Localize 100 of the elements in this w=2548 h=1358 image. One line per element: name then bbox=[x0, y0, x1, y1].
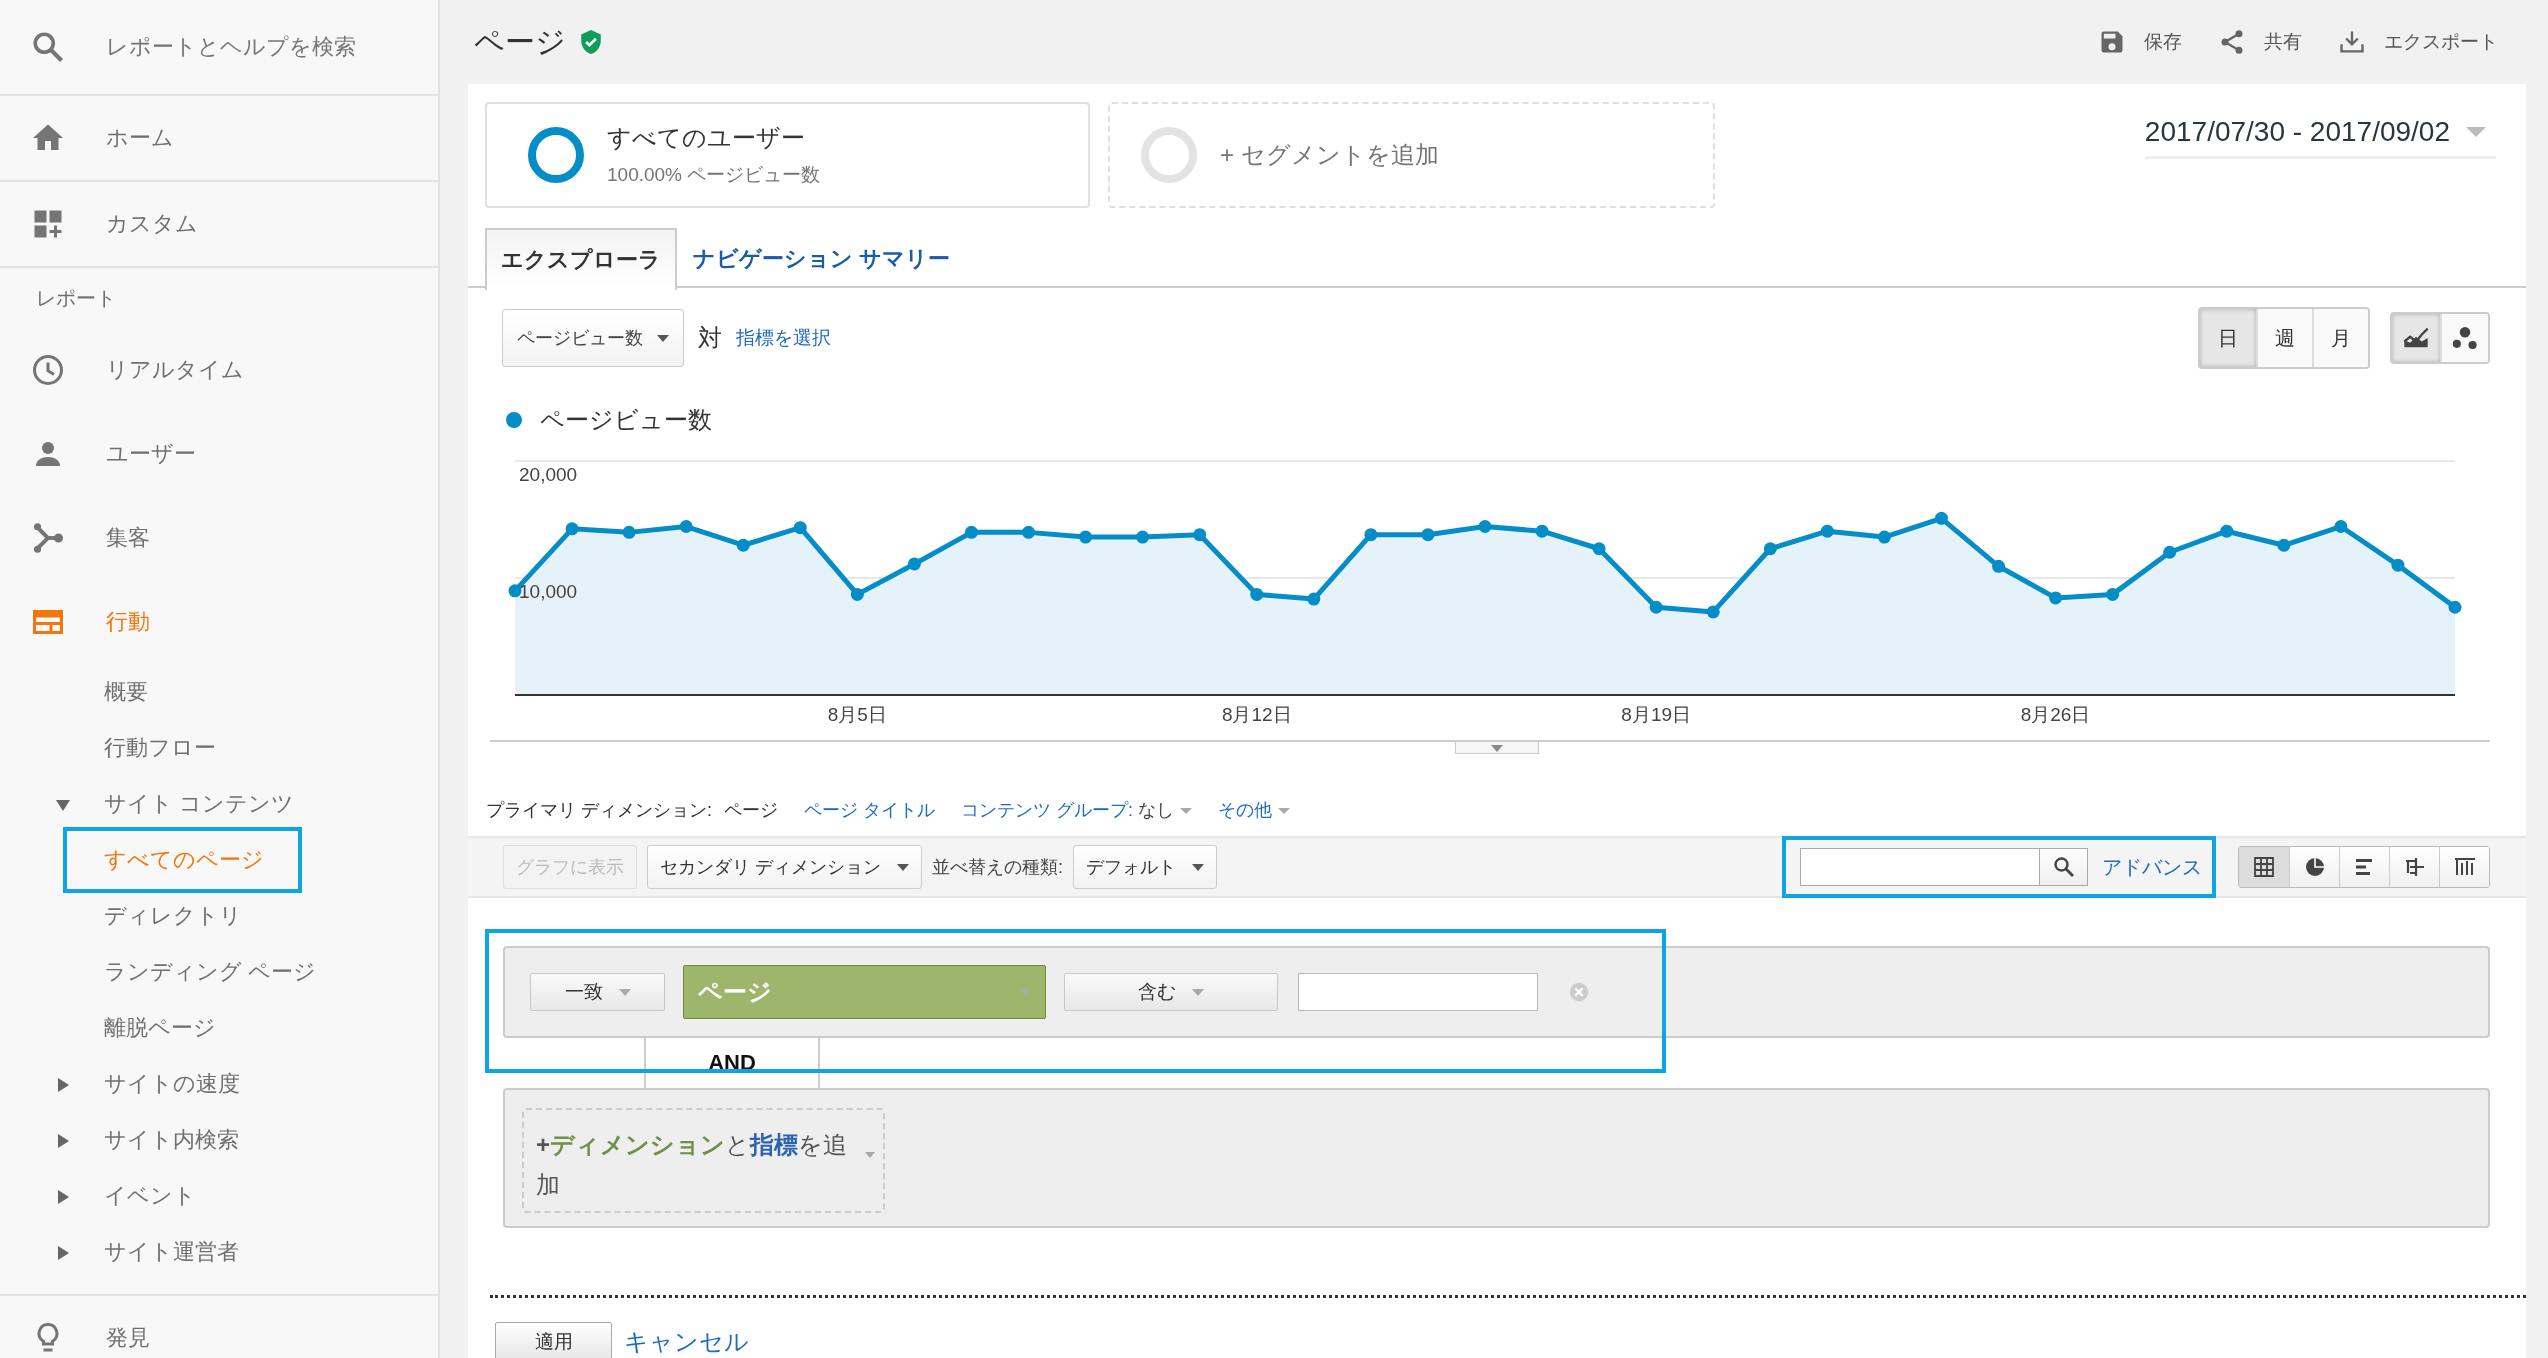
cancel-link[interactable]: キャンセル bbox=[624, 1325, 749, 1358]
data-point bbox=[2277, 538, 2291, 552]
caret-icon[interactable] bbox=[58, 1246, 69, 1260]
pie-view-button[interactable] bbox=[2289, 847, 2339, 887]
grid-view-button[interactable] bbox=[2239, 847, 2289, 887]
apply-button[interactable]: 適用 bbox=[495, 1322, 612, 1358]
dimension-link[interactable]: コンテンツ グループ: なし bbox=[961, 798, 1193, 822]
nav-item[interactable]: すべてのページ bbox=[0, 832, 438, 888]
search-field[interactable]: レポートとヘルプを検索 bbox=[106, 27, 436, 67]
legend-label: ページビュー数 bbox=[540, 405, 712, 435]
data-point bbox=[565, 522, 579, 536]
date-range-picker[interactable]: 2017/07/30 - 2017/09/02 bbox=[2144, 116, 2496, 159]
data-point bbox=[1877, 530, 1891, 544]
pivot-view-button[interactable] bbox=[2389, 847, 2439, 887]
nav-item[interactable]: 概要 bbox=[0, 664, 438, 720]
nav-item[interactable]: 行動フロー bbox=[0, 720, 438, 776]
clock-icon bbox=[30, 352, 66, 388]
data-point bbox=[622, 525, 636, 539]
nav-item[interactable]: カスタム bbox=[0, 182, 438, 268]
nav-item[interactable]: イベント bbox=[0, 1168, 438, 1224]
data-point bbox=[907, 557, 921, 571]
dimension-link[interactable]: ページ bbox=[724, 798, 778, 822]
share-button[interactable]: 共有 bbox=[2218, 28, 2302, 56]
filter-value-field[interactable] bbox=[1298, 973, 1538, 1011]
data-point bbox=[793, 521, 807, 535]
tab[interactable]: エクスプローラ bbox=[485, 228, 677, 290]
caret-icon[interactable] bbox=[58, 1190, 69, 1204]
data-point bbox=[1706, 605, 1720, 619]
caret-icon[interactable] bbox=[56, 800, 70, 811]
add-segment-button[interactable]: + セグメントを追加 bbox=[1108, 102, 1715, 208]
match-dropdown[interactable]: 一致 bbox=[530, 973, 665, 1011]
line-chart-button[interactable] bbox=[2392, 314, 2440, 362]
data-point bbox=[1136, 530, 1150, 544]
ring-icon bbox=[527, 126, 585, 184]
bubbles-button[interactable] bbox=[2440, 314, 2488, 362]
nav-item[interactable]: ユーザー bbox=[0, 412, 438, 496]
y-tick-label: 10,000 bbox=[519, 581, 578, 602]
nav-item[interactable]: ランディング ページ bbox=[0, 944, 438, 1000]
sort-label: 並べ替えの種類: bbox=[932, 856, 1064, 879]
add-condition-button[interactable]: +ディメンション と 指標を追加 bbox=[522, 1108, 885, 1213]
nav-item[interactable]: 集客 bbox=[0, 496, 438, 580]
x-tick-label: 8月19日 bbox=[1621, 704, 1692, 725]
data-point bbox=[1250, 587, 1264, 601]
segment-subtitle: 100.00% ページビュー数 bbox=[607, 163, 821, 187]
nav-item[interactable]: 離脱ページ bbox=[0, 1000, 438, 1056]
advanced-link[interactable]: アドバンス bbox=[2102, 853, 2202, 881]
data-point bbox=[2106, 587, 2120, 601]
data-point bbox=[736, 538, 750, 552]
data-point bbox=[1535, 524, 1549, 538]
data-point bbox=[2163, 545, 2177, 559]
columns-view-button[interactable] bbox=[2439, 847, 2489, 887]
tab[interactable]: ナビゲーション サマリー bbox=[677, 228, 967, 288]
shield-check-icon bbox=[578, 29, 604, 55]
data-point bbox=[2220, 524, 2234, 538]
operator-dropdown[interactable]: 含む bbox=[1064, 973, 1278, 1011]
data-point bbox=[508, 584, 522, 598]
select-metric-link[interactable]: 指標を選択 bbox=[736, 325, 831, 351]
data-point bbox=[1421, 528, 1435, 542]
data-point bbox=[1992, 559, 2006, 573]
secondary-dimension-dropdown[interactable]: セカンダリ ディメンション bbox=[647, 845, 922, 889]
data-point bbox=[1763, 542, 1777, 556]
dimension-link[interactable]: その他 bbox=[1218, 798, 1291, 822]
search-button[interactable] bbox=[2040, 848, 2088, 886]
nav-item[interactable]: リアルタイム bbox=[0, 328, 438, 412]
ring-icon bbox=[1140, 126, 1198, 184]
data-point bbox=[1022, 525, 1036, 539]
bars-view-button[interactable] bbox=[2339, 847, 2389, 887]
versus-label: 対 bbox=[698, 323, 722, 353]
metric-dropdown[interactable]: ページビュー数 bbox=[502, 309, 684, 367]
x-tick-label: 8月26日 bbox=[2020, 704, 2091, 725]
nav-item[interactable]: サイト コンテンツ bbox=[0, 776, 438, 832]
data-point bbox=[679, 520, 693, 533]
data-point bbox=[2391, 558, 2405, 572]
nav-item[interactable]: サイト内検索 bbox=[0, 1112, 438, 1168]
clear-icon bbox=[1568, 981, 1590, 1003]
data-point bbox=[1649, 600, 1663, 614]
download-button[interactable]: エクスポート bbox=[2338, 28, 2498, 56]
data-point bbox=[1478, 520, 1492, 533]
dimension-link[interactable]: ページ タイトル bbox=[804, 798, 936, 822]
caret-icon[interactable] bbox=[58, 1134, 69, 1148]
sort-dropdown[interactable]: デフォルト bbox=[1073, 845, 1218, 889]
table-search-field[interactable] bbox=[1800, 848, 2040, 886]
nav-item[interactable]: ホーム bbox=[0, 96, 438, 182]
data-point bbox=[1934, 511, 1948, 525]
y-tick-label: 20,000 bbox=[519, 464, 578, 485]
data-point bbox=[1193, 528, 1207, 542]
nav-item[interactable]: サイトの速度 bbox=[0, 1056, 438, 1112]
save-button[interactable]: 保存 bbox=[2098, 28, 2182, 56]
granularity-button[interactable]: 月 bbox=[2312, 309, 2368, 367]
caret-icon[interactable] bbox=[58, 1078, 69, 1092]
collapse-handle[interactable] bbox=[1455, 742, 1539, 754]
segment-card[interactable]: すべてのユーザー 100.00% ページビュー数 bbox=[485, 102, 1090, 208]
nav-item[interactable]: サイト運営者 bbox=[0, 1224, 438, 1280]
data-point bbox=[1592, 542, 1606, 556]
nav-item[interactable]: 発見 bbox=[0, 1296, 438, 1358]
nav-item[interactable]: ディレクトリ bbox=[0, 888, 438, 944]
granularity-button[interactable]: 週 bbox=[2256, 309, 2312, 367]
data-point bbox=[964, 525, 978, 539]
data-point bbox=[2334, 520, 2348, 533]
granularity-button[interactable]: 日 bbox=[2200, 309, 2256, 367]
